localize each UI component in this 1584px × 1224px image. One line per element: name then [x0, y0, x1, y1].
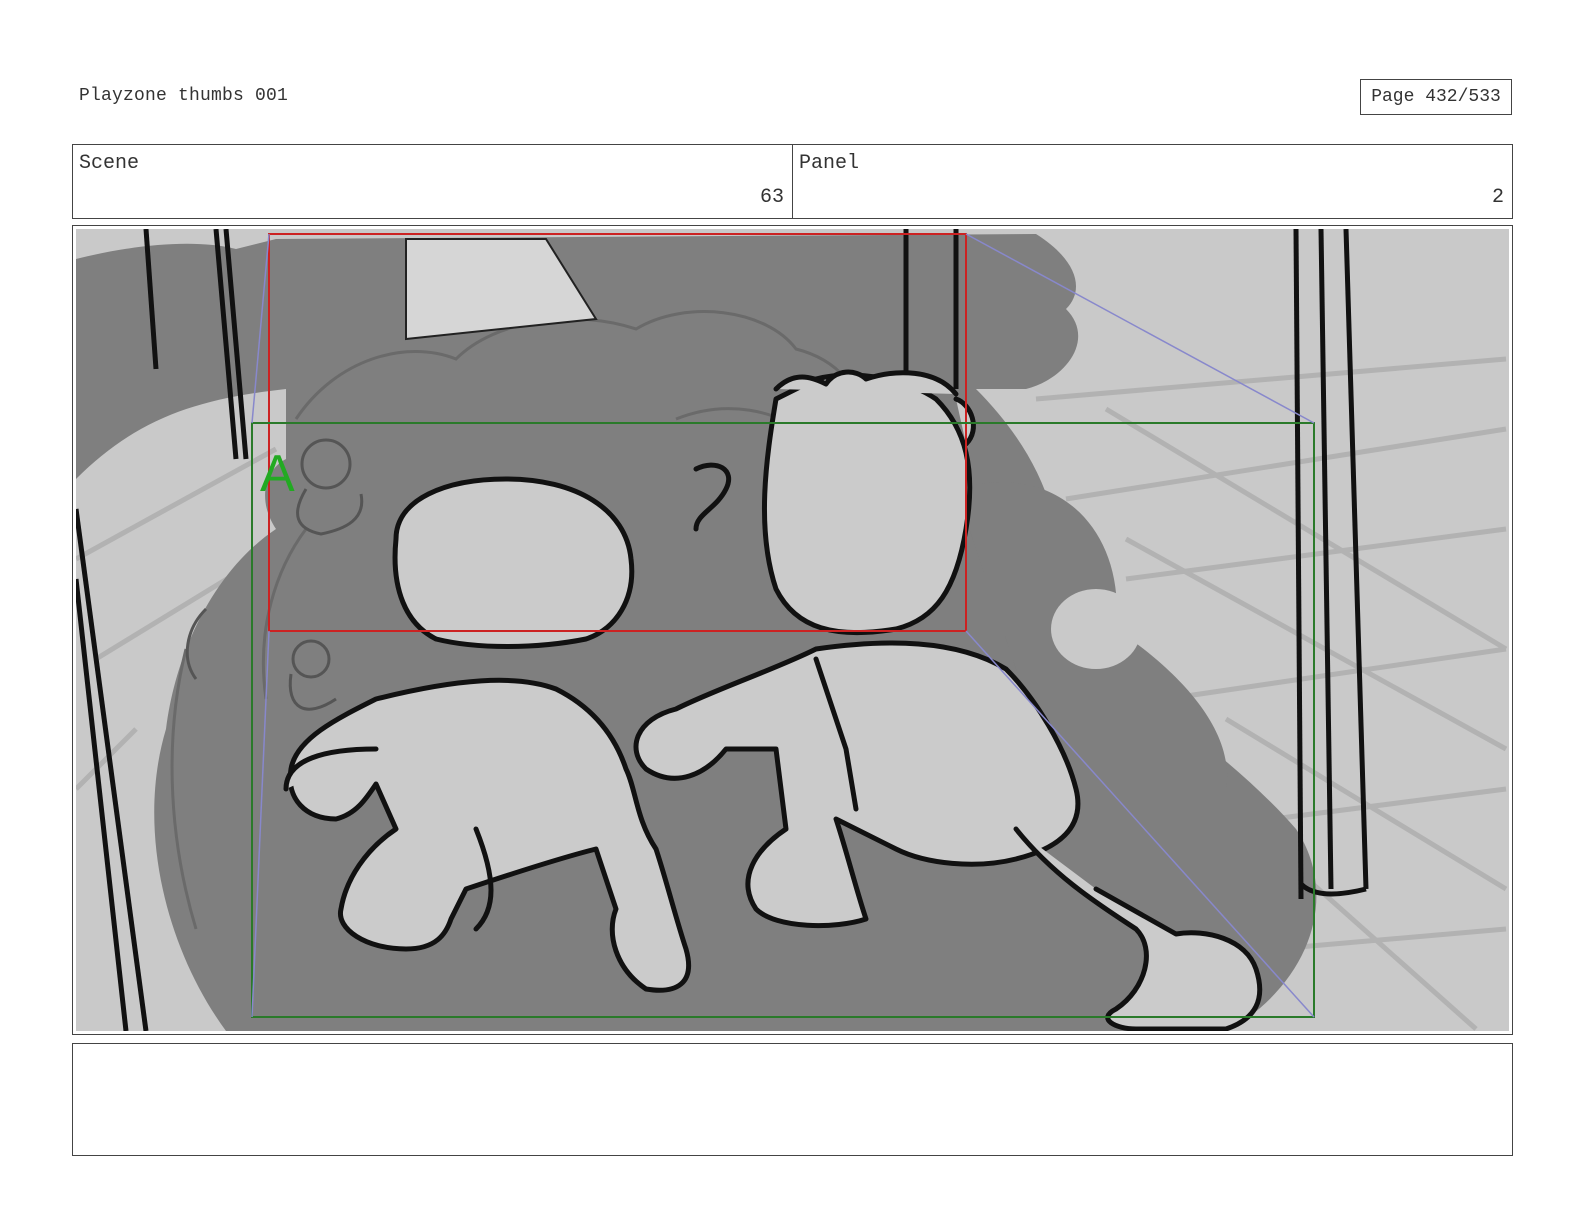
page-indicator: Page 432/533 — [1360, 79, 1512, 115]
storyboard-sketch: A — [76, 229, 1509, 1031]
panel-label: Panel — [799, 152, 860, 175]
scene-label: Scene — [79, 152, 140, 175]
notes-box — [72, 1043, 1513, 1156]
scene-panel-row: Scene 63 Panel 2 — [72, 144, 1513, 219]
storyboard-frame: A — [72, 225, 1513, 1035]
scene-number: 63 — [759, 186, 784, 209]
document-title: Playzone thumbs 001 — [79, 86, 289, 106]
panel-cell: Panel 2 — [792, 145, 1512, 218]
scene-cell: Scene 63 — [73, 145, 792, 218]
panel-number: 2 — [1491, 186, 1504, 209]
camera-marker: A — [260, 445, 295, 503]
